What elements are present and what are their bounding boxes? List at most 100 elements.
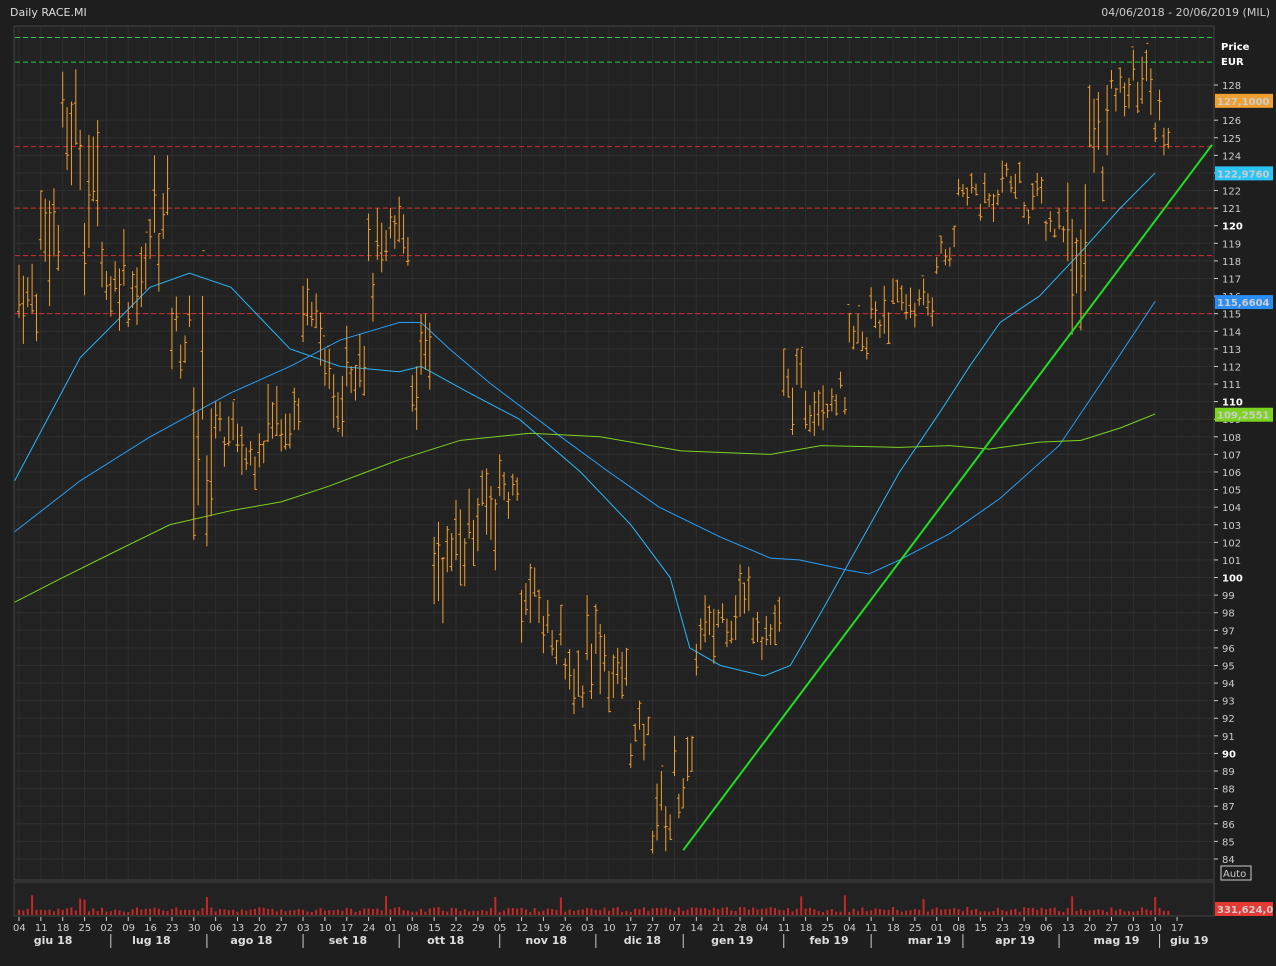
x-tick-label: 21 [712,923,725,934]
volume-bar [253,908,256,915]
y-tick-label: 99 [1222,591,1235,602]
volume-bar [433,907,436,915]
volume-bar [1162,910,1165,915]
x-tick-label: 10 [1149,923,1162,934]
volume-bar [975,908,978,915]
y-tick-label: 97 [1222,626,1235,637]
y-tick-label: 90 [1222,749,1236,760]
volume-bar [428,908,431,915]
volume-bar [922,899,925,915]
volume-bar [673,911,676,915]
volume-bar [883,909,886,915]
x-tick-label: 19 [537,923,550,934]
volume-bar [961,911,964,915]
volume-bar [603,907,606,915]
volume-bar [765,908,768,915]
volume-bar [830,908,833,915]
volume-bar [612,907,615,915]
volume-bar [717,909,720,915]
volume-bar [367,908,370,915]
volume-bar [581,909,584,915]
y-tick-label: 117 [1222,274,1241,285]
volume-bar [87,911,90,915]
volume-bar [114,909,117,915]
x-tick-label: 02 [100,923,113,934]
volume-bar [747,909,750,915]
x-tick-label: 16 [144,923,157,934]
volume-bar [529,911,532,915]
y-tick-label: 86 [1222,820,1235,831]
x-tick-label: 04 [756,923,769,934]
y-tick-label: 89 [1222,767,1235,778]
volume-bar [144,908,147,915]
volume-bar [817,911,820,915]
volume-bar [1158,907,1161,915]
volume-bar [835,911,838,915]
volume-bar [787,908,790,915]
y-tick-label: 98 [1222,609,1235,620]
volume-bar [26,908,29,915]
x-tick-label: 13 [232,923,245,934]
volume-bar [118,910,121,915]
volume-bar [288,910,291,915]
volume-bar [1075,910,1078,915]
volume-bar [660,908,663,915]
volume-bar [900,911,903,915]
ma-medium-badge-value: 115,6604 [1217,298,1270,309]
volume-bar [712,907,715,915]
volume-bar [214,911,217,915]
volume-bar [839,911,842,915]
volume-bar [1027,908,1030,915]
x-tick-label: 18 [887,923,900,934]
volume-bar [398,907,401,915]
x-tick-label: 08 [406,923,419,934]
volume-bar [393,907,396,915]
x-tick-label: 08 [953,923,966,934]
x-tick-label: 24 [363,923,376,934]
volume-bar [572,911,575,915]
y-tick-label: 96 [1222,644,1235,655]
volume-bar [236,911,239,915]
volume-bar [725,907,728,915]
volume-bar [1154,896,1157,915]
volume-bar [695,907,698,915]
y-tick-label: 126 [1222,116,1241,127]
x-tick-label: 05 [494,923,507,934]
volume-bar [1110,907,1113,915]
volume-bar [345,907,348,915]
x-tick-label: 29 [1018,923,1031,934]
x-tick-label: 10 [319,923,332,934]
volume-bar [66,908,69,915]
x-tick-label: 04 [843,923,856,934]
x-tick-label: 17 [1171,923,1184,934]
volume-bar [664,907,667,915]
x-tick-label: 06 [1040,923,1053,934]
volume-bar [52,911,55,915]
volume-bar [140,909,143,915]
volume-bar [887,909,890,915]
volume-bar [179,909,182,915]
volume-bar [463,909,466,915]
x-tick-label: 12 [516,923,529,934]
volume-bar [157,908,160,915]
volume-bar [616,907,619,915]
volume-bar [730,910,733,915]
volume-bar [1018,911,1021,915]
volume-bar [1001,910,1004,915]
volume-bar [219,909,222,915]
volume-bar [905,910,908,915]
volume-bar [861,907,864,915]
x-tick-label: 22 [450,923,463,934]
price-chart[interactable]: 8485868788899091929394959697989910010110… [0,0,1276,966]
y-tick-label: 118 [1222,257,1241,268]
volume-bar [739,907,742,915]
volume-bar [918,909,921,915]
x-tick-label: 25 [79,923,92,934]
volume-bar [795,908,798,915]
x-tick-label: 29 [472,923,485,934]
y-tick-label: 95 [1222,661,1235,672]
volume-bar [1123,911,1126,915]
volume-bar [240,909,243,915]
volume-bar [249,909,252,915]
x-tick-label: 07 [669,923,682,934]
